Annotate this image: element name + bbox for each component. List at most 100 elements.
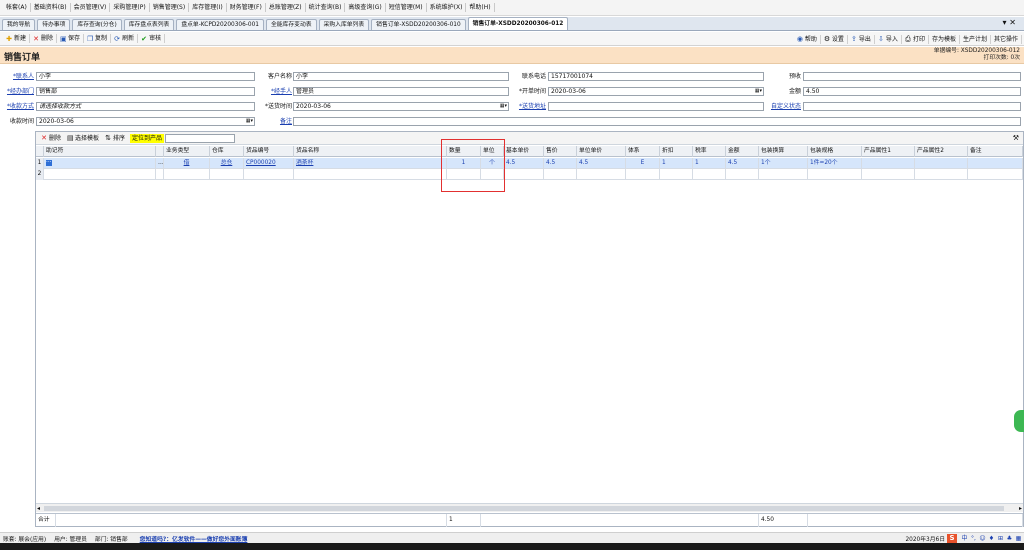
menu-item[interactable]: 采购管理(P) <box>110 3 150 12</box>
production-plan-button[interactable]: 生产计划 <box>960 34 991 44</box>
calendar-icon[interactable]: ▦▾ <box>500 103 507 110</box>
cell-mnemonic[interactable] <box>44 169 156 180</box>
horizontal-scrollbar[interactable]: ◂ ▸ <box>36 503 1023 512</box>
cell-name[interactable]: 酒茶杯 <box>294 158 447 169</box>
choose-template-button[interactable]: ▤ 选择模板 <box>64 134 102 143</box>
wrench-icon[interactable]: ⚒ <box>1013 134 1019 142</box>
cell-num[interactable]: 1 <box>36 158 44 169</box>
settings-button[interactable]: ⚙ 设置 <box>821 34 848 44</box>
tray-icon[interactable]: ⊞ <box>997 535 1004 542</box>
column-header[interactable]: 税率 <box>693 146 726 157</box>
cell-pack-convert[interactable]: 1个 <box>759 158 808 169</box>
scroll-left-icon[interactable]: ◂ <box>37 504 40 513</box>
cell-system[interactable]: E <box>626 158 660 169</box>
cell-system[interactable] <box>626 169 660 180</box>
lookup-button[interactable]: … <box>156 158 164 169</box>
calendar-icon[interactable]: ▦▾ <box>246 118 253 125</box>
cell-warehouse[interactable] <box>210 169 244 180</box>
dept-label[interactable]: *经办部门 <box>2 87 34 96</box>
menu-item[interactable]: 帮助(H) <box>466 3 495 12</box>
column-header[interactable]: 业务类型 <box>164 146 210 157</box>
lookup-button[interactable] <box>156 169 164 180</box>
cell-pack-convert[interactable] <box>759 169 808 180</box>
cell-remark[interactable] <box>968 158 1023 169</box>
column-header[interactable]: 货品名称 <box>294 146 447 157</box>
scroll-thumb[interactable] <box>44 506 1004 511</box>
tab[interactable]: 销售订单-XSDD20200306-012 <box>467 17 569 30</box>
tab[interactable]: 销售订单-XSDD20200306-010 <box>371 19 466 30</box>
locate-product-input[interactable] <box>165 133 236 143</box>
cell-code[interactable]: CP000020 <box>244 158 294 169</box>
menu-item[interactable]: 总账管理(Z) <box>266 3 306 12</box>
save-button[interactable]: ▣ 保存 <box>57 34 85 43</box>
column-header[interactable]: 包装规格 <box>808 146 862 157</box>
column-header[interactable]: 折扣 <box>660 146 693 157</box>
sort-button[interactable]: ⇅ 排序 <box>102 134 128 143</box>
tray-icon[interactable]: 中 <box>961 535 968 542</box>
ship-time-input[interactable]: 2020-03-06 ▦▾ <box>293 102 509 111</box>
cell-discount[interactable] <box>660 169 693 180</box>
ship-address-label[interactable]: *送货地址 <box>512 102 546 111</box>
tray-icon[interactable]: ☺ <box>979 535 986 542</box>
customer-input[interactable]: 小李 <box>293 72 509 81</box>
column-header[interactable]: 仓库 <box>210 146 244 157</box>
ime-icon[interactable]: S <box>947 534 957 543</box>
menu-item[interactable]: 帐套(A) <box>3 3 31 12</box>
tab[interactable]: 我的导航 <box>2 19 36 30</box>
column-header[interactable]: 售价 <box>544 146 577 157</box>
other-ops-button[interactable]: 其它操作 <box>991 34 1022 44</box>
prepay-input[interactable] <box>803 72 1021 81</box>
phone-input[interactable]: 15717001074 <box>548 72 764 81</box>
cell-unit-price[interactable] <box>577 169 626 180</box>
column-header[interactable]: 包装换算 <box>759 146 808 157</box>
column-header[interactable]: 体系 <box>626 146 660 157</box>
contact-input[interactable]: 小李 <box>36 72 255 81</box>
column-header[interactable] <box>36 146 44 157</box>
import-button[interactable]: ⇩ 导入 <box>875 34 902 44</box>
help-button[interactable]: ◉ 帮助 <box>794 34 821 44</box>
tray-icon[interactable]: ▦ <box>1015 535 1022 542</box>
cell-attr2[interactable] <box>915 158 968 169</box>
cell-attr1[interactable] <box>862 158 915 169</box>
cell-warehouse[interactable]: 总仓 <box>210 158 244 169</box>
ship-address-input[interactable] <box>548 102 764 111</box>
cell-price[interactable] <box>544 169 577 180</box>
custom-status-input[interactable] <box>803 102 1021 111</box>
cell-attr1[interactable] <box>862 169 915 180</box>
cell-price[interactable]: 4.5 <box>544 158 577 169</box>
column-header[interactable]: 货品编号 <box>244 146 294 157</box>
tab[interactable]: 库存查询(分仓) <box>72 19 122 30</box>
delete-button[interactable]: ✕ 删除 <box>30 34 58 43</box>
tray-icon[interactable]: ♣ <box>1006 535 1013 542</box>
column-header[interactable]: 金额 <box>726 146 759 157</box>
remark-input[interactable] <box>293 117 1021 126</box>
tab[interactable]: 全能库存变动表 <box>265 19 317 30</box>
cell-mnemonic[interactable]: ··· <box>44 158 156 169</box>
cell-pack-spec[interactable]: 1件=20个 <box>808 158 862 169</box>
grid-delete-button[interactable]: ✕ 删除 <box>38 134 64 143</box>
floating-widget[interactable] <box>1014 410 1024 432</box>
menu-item[interactable]: 统计查询(B) <box>306 3 346 12</box>
cell-tax[interactable]: 1 <box>693 158 726 169</box>
table-row[interactable]: 1 ···… 借总仓 CP000020 酒茶杯 1 个 4.5 4.5 4.5 E 1 1 4.5 1个 1件… <box>36 158 1023 169</box>
calendar-icon[interactable]: ▦▾ <box>755 88 762 95</box>
amount-input[interactable]: 4.50 <box>803 87 1021 96</box>
pay-method-input[interactable]: 请选择收款方式 <box>36 102 255 111</box>
column-header[interactable]: 备注 <box>968 146 1023 157</box>
cell-base-price[interactable] <box>504 169 544 180</box>
cell-amount[interactable] <box>726 169 759 180</box>
tray-icon[interactable]: °, <box>970 535 977 542</box>
dept-input[interactable]: 销售部 <box>36 87 255 96</box>
tray-icon[interactable]: ♦ <box>988 535 995 542</box>
print-button[interactable]: ⎙ 打印 <box>902 34 929 44</box>
contact-label[interactable]: *联系人 <box>4 72 34 81</box>
audit-button[interactable]: ✔ 审核 <box>138 34 166 43</box>
menu-item[interactable]: 短信管理(M) <box>386 3 427 12</box>
menu-item[interactable]: 高级查询(G) <box>345 3 386 12</box>
column-header[interactable] <box>156 146 164 157</box>
tab[interactable]: 待办事项 <box>37 19 71 30</box>
column-header[interactable]: 助记符 <box>44 146 156 157</box>
menu-item[interactable]: 财务管理(F) <box>227 3 266 12</box>
tab[interactable]: 库存盘点表列表 <box>123 19 175 30</box>
copy-button[interactable]: ❐ 复制 <box>84 34 112 43</box>
